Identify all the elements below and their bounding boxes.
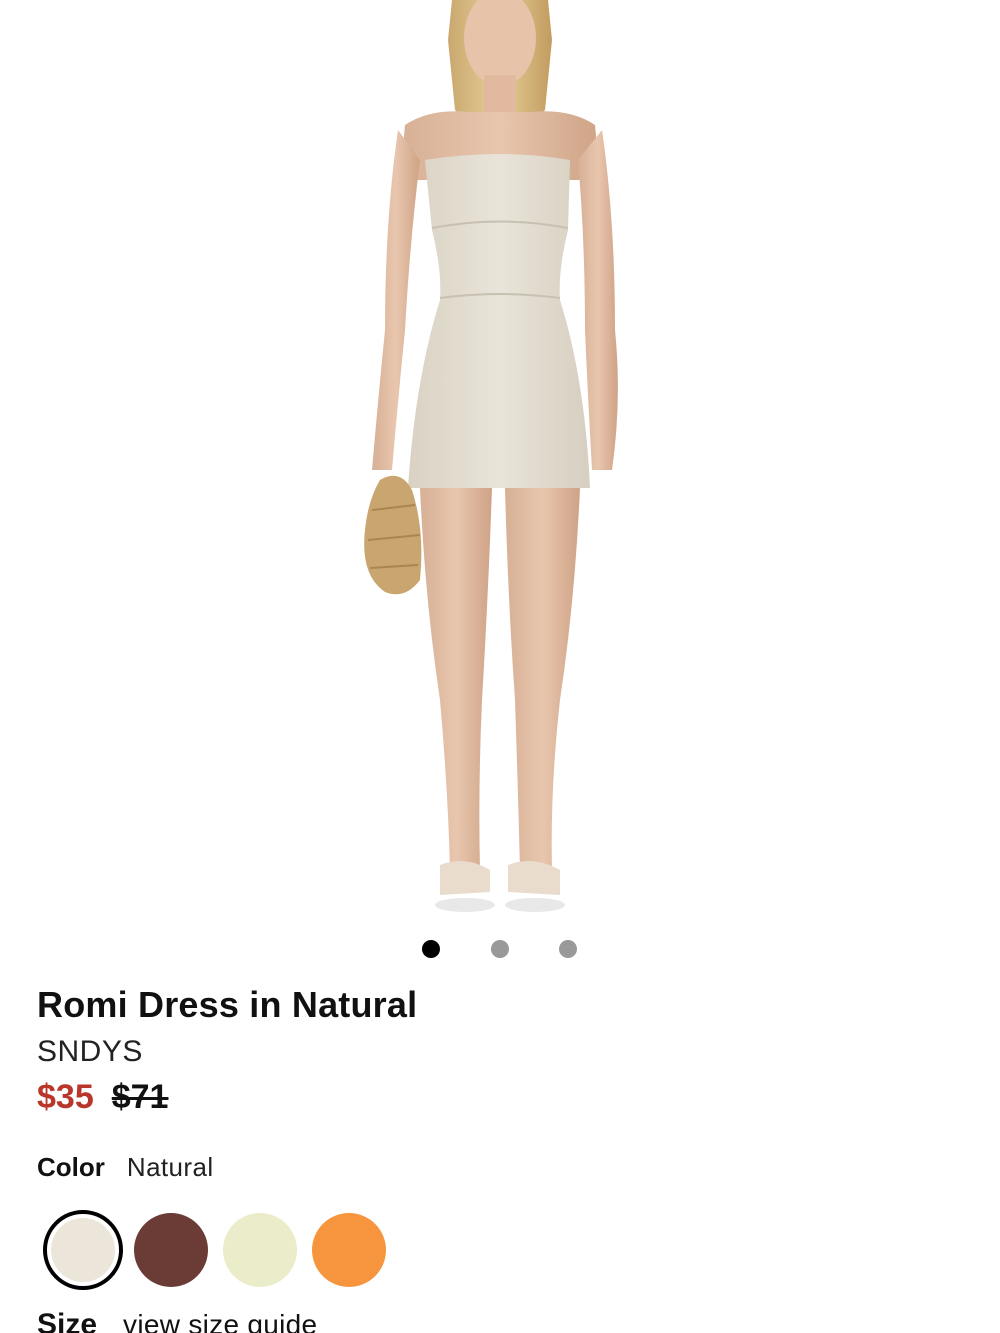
carousel-dot-2[interactable] — [491, 940, 509, 958]
color-swatch-lime[interactable] — [223, 1213, 297, 1287]
color-swatch-natural[interactable] — [43, 1210, 123, 1290]
swatch-fill — [134, 1213, 208, 1287]
sale-price: $35 — [37, 1078, 94, 1116]
price-row: $35 $71 — [37, 1078, 168, 1118]
color-swatches — [43, 1210, 403, 1290]
product-page: Romi Dress in Natural SNDYS $35 $71 Colo… — [0, 0, 1000, 1333]
selected-color-value: Natural — [126, 1152, 214, 1182]
color-swatch-brown[interactable] — [134, 1213, 208, 1287]
product-title: Romi Dress in Natural — [37, 984, 418, 1025]
size-row: Size view size guide — [37, 1308, 317, 1333]
swatch-fill — [51, 1218, 115, 1282]
carousel-dot-1[interactable] — [422, 940, 440, 958]
size-label: Size — [37, 1308, 98, 1333]
color-swatch-orange[interactable] — [312, 1213, 386, 1287]
size-guide-link[interactable]: view size guide — [123, 1309, 317, 1333]
color-row: Color Natural — [37, 1152, 214, 1183]
original-price: $71 — [111, 1078, 169, 1116]
swatch-fill — [312, 1213, 386, 1287]
color-label: Color — [37, 1152, 105, 1182]
product-image[interactable] — [0, 0, 1000, 925]
carousel-dots — [0, 940, 1000, 958]
swatch-fill — [223, 1213, 297, 1287]
carousel-dot-3[interactable] — [559, 940, 577, 958]
model-photo — [364, 0, 618, 912]
brand-name[interactable]: SNDYS — [37, 1035, 143, 1069]
